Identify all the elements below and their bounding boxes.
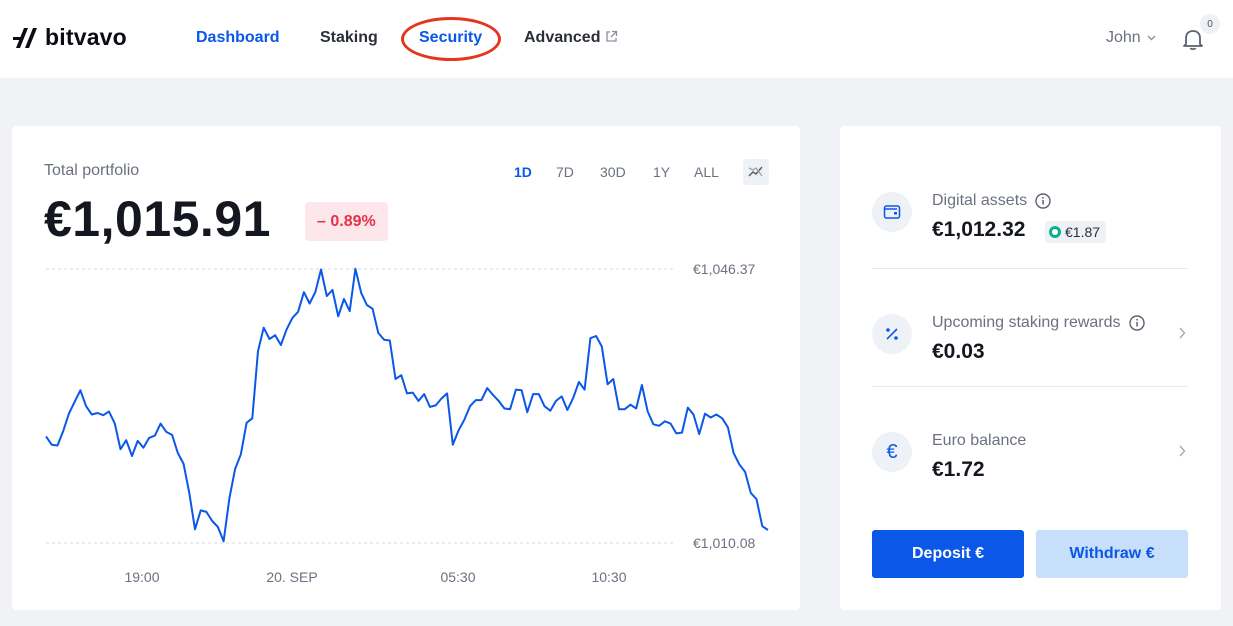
staking-rewards-label-text: Upcoming staking rewards [932, 314, 1121, 331]
portfolio-card: Total portfolio €1,015.91 – 0.89% 1D 7D … [12, 126, 800, 610]
info-icon[interactable] [1128, 315, 1145, 331]
brand-name: bitvavo [45, 24, 127, 50]
nav-security[interactable]: Security [419, 29, 482, 47]
bitvavo-logo[interactable]: bitvavo [13, 24, 127, 51]
euro-balance-row[interactable]: € Euro balance €1.72 [872, 432, 1188, 528]
staking-rewards-row[interactable]: Upcoming staking rewards €0.03 [872, 314, 1188, 410]
nav-dashboard[interactable]: Dashboard [196, 29, 280, 47]
deposit-button[interactable]: Deposit € [872, 530, 1024, 578]
info-icon[interactable] [1035, 193, 1051, 209]
percent-icon [872, 314, 912, 354]
bell-icon[interactable] [1182, 27, 1204, 51]
user-menu[interactable]: John [1106, 29, 1156, 47]
withdraw-button[interactable]: Withdraw € [1036, 530, 1188, 578]
portfolio-series-line [45, 267, 769, 543]
nav-advanced-label: Advanced [524, 29, 601, 46]
chevron-down-icon [1147, 35, 1156, 41]
digital-assets-value: €1,012.32 [932, 218, 1026, 241]
staked-indicator-icon [1049, 226, 1061, 238]
notification-count-badge: 0 [1200, 14, 1220, 34]
user-name: John [1106, 29, 1141, 46]
x-tick-label: 20. SEP [266, 569, 317, 585]
digital-assets-row[interactable]: Digital assets €1,012.32 €1.87 [872, 192, 1188, 288]
nav-staking[interactable]: Staking [320, 29, 378, 47]
euro-balance-value: €1.72 [932, 458, 985, 481]
euro-icon: € [872, 432, 912, 472]
y-label-min: €1,010.08 [693, 535, 755, 551]
wallet-icon [872, 192, 912, 232]
divider [872, 386, 1188, 387]
y-label-max: €1,046.37 [693, 261, 755, 277]
portfolio-chart: €1,046.37 €1,010.08 19:00 20. SEP 05:30 … [45, 261, 769, 585]
staked-amount: €1.87 [1065, 224, 1101, 240]
top-header: bitvavo Dashboard Staking Security Advan… [0, 0, 1233, 78]
digital-assets-label-text: Digital assets [932, 192, 1028, 209]
digital-assets-label: Digital assets [932, 192, 1051, 210]
chevron-right-icon [1179, 445, 1186, 457]
staked-amount-badge: €1.87 [1045, 221, 1107, 243]
staking-rewards-value: €0.03 [932, 340, 985, 363]
chevron-right-icon [1179, 327, 1186, 339]
staking-rewards-label: Upcoming staking rewards [932, 314, 1145, 332]
divider [872, 268, 1188, 269]
x-tick-label: 19:00 [124, 569, 159, 585]
external-link-icon [606, 30, 618, 42]
euro-balance-label: Euro balance [932, 432, 1027, 449]
x-tick-label: 05:30 [440, 569, 475, 585]
balances-card: Digital assets €1,012.32 €1.87 Upcoming … [840, 126, 1221, 610]
x-tick-label: 10:30 [591, 569, 626, 585]
bitvavo-logo-icon [13, 27, 37, 48]
nav-advanced[interactable]: Advanced [524, 29, 618, 47]
